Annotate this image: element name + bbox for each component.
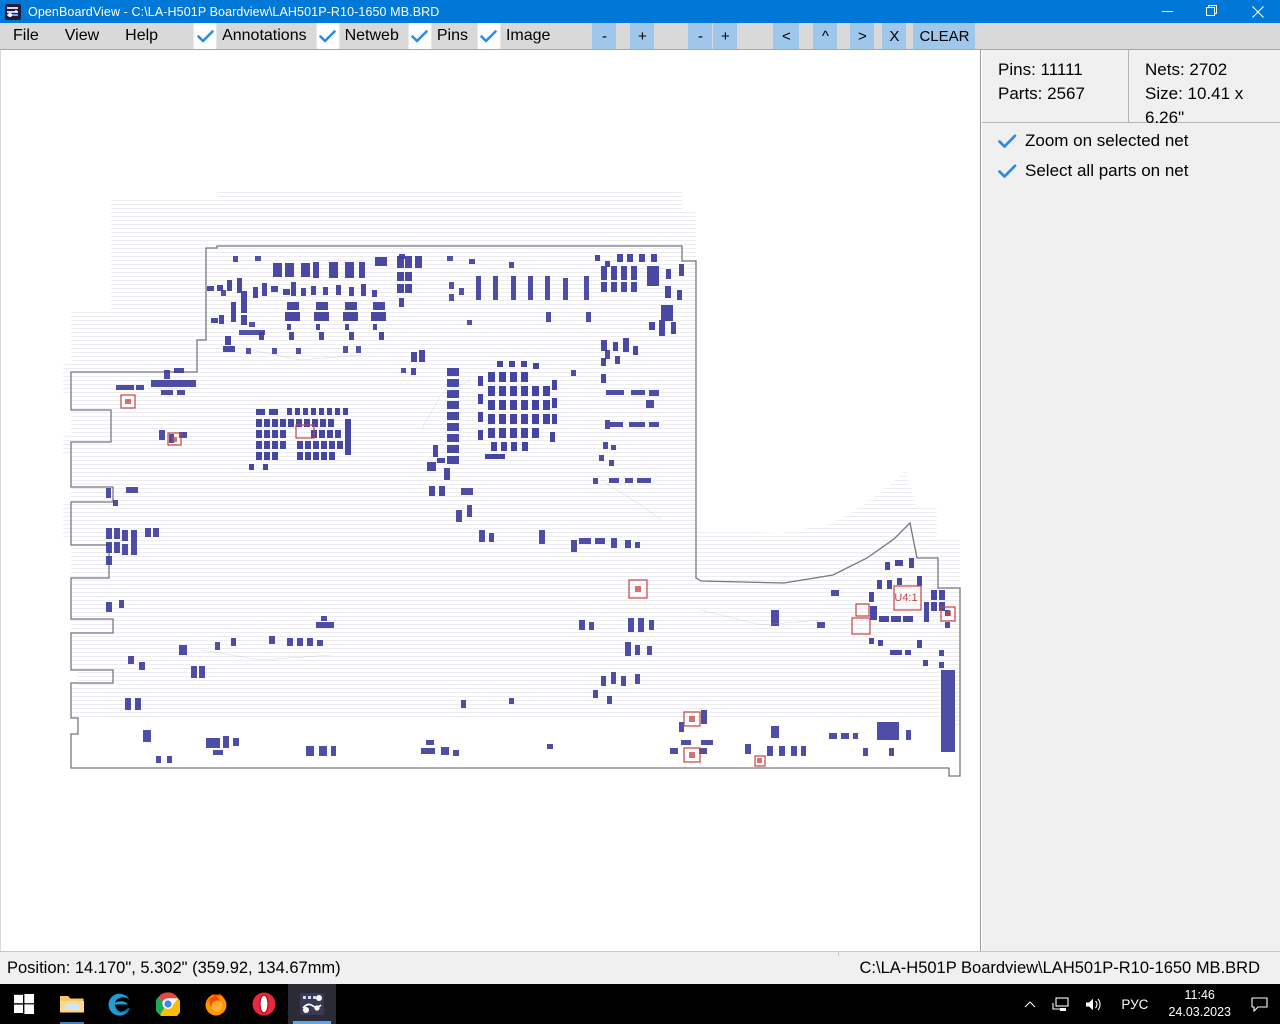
zoom-in-button[interactable]: +	[630, 23, 655, 49]
next-button[interactable]: >	[850, 23, 875, 49]
board-surface	[63, 191, 960, 728]
network-button[interactable]	[1044, 984, 1077, 1024]
status-bar: Position: 14.170", 5.302" (359.92, 134.6…	[0, 951, 1280, 984]
show-hidden-icons-button[interactable]	[1016, 984, 1044, 1024]
toggle-image-label: Image	[505, 27, 551, 44]
side-panel: Pins: 11111 Parts: 2567 Nets: 2702 Size:…	[982, 50, 1280, 951]
stats-left-column: Pins: 11111 Parts: 2567	[982, 50, 1129, 122]
close-net-button[interactable]: X	[882, 23, 907, 49]
minimize-button[interactable]	[1145, 0, 1190, 23]
option-select-all-parts-on-net-label: Select all parts on net	[1025, 161, 1189, 180]
toggle-netweb[interactable]: Netweb	[315, 23, 408, 49]
checkbox-zoom-on-selected-net[interactable]	[996, 130, 1019, 153]
stat-nets: Nets: 2702	[1145, 60, 1228, 79]
firefox-button[interactable]	[192, 984, 240, 1024]
clear-button[interactable]: CLEAR	[913, 23, 976, 49]
toolbar: File View Help Annotations Netweb Pins I…	[0, 23, 1280, 50]
up-button[interactable]: ^	[813, 23, 838, 49]
openboardview-icon	[5, 3, 21, 20]
prev-button[interactable]: <	[773, 23, 800, 49]
toggle-annotations[interactable]: Annotations	[193, 23, 316, 49]
file-explorer-button[interactable]	[48, 984, 96, 1024]
toggle-netweb-label: Netweb	[344, 27, 399, 44]
status-divider	[838, 952, 839, 956]
toggle-image[interactable]: Image	[476, 23, 560, 49]
checkbox-netweb[interactable]	[315, 23, 340, 49]
chrome-button[interactable]	[144, 984, 192, 1024]
start-button[interactable]	[0, 984, 48, 1024]
close-button[interactable]	[1235, 0, 1280, 23]
board-rendering[interactable]: U4:1	[1, 50, 981, 951]
stat-size: Size: 10.41 x 6.26"	[1145, 84, 1244, 128]
maximize-button[interactable]	[1190, 0, 1235, 23]
action-center-button[interactable]	[1241, 984, 1280, 1024]
toggle-pins-label: Pins	[436, 27, 468, 44]
stats-right-column: Nets: 2702 Size: 10.41 x 6.26"	[1129, 50, 1280, 127]
openboardview-button[interactable]	[288, 984, 336, 1024]
clock-time: 11:46	[1184, 988, 1215, 1003]
toggle-annotations-label: Annotations	[222, 27, 307, 44]
board-canvas[interactable]: U4:1	[0, 50, 981, 951]
checkbox-pins[interactable]	[407, 23, 432, 49]
decrease-button[interactable]: -	[688, 23, 713, 49]
network-icon	[1052, 996, 1069, 1011]
openboardview-icon	[300, 993, 324, 1015]
status-filepath: C:\LA-H501P Boardview\LAH501P-R10-1650 M…	[859, 958, 1260, 977]
opera-icon	[252, 992, 276, 1016]
chrome-icon	[156, 992, 180, 1016]
volume-icon	[1086, 998, 1101, 1010]
openboardview-window: OpenBoardView - C:\LA-H501P Boardview\LA…	[0, 0, 1280, 1024]
board-label-u41: U4:1	[894, 592, 917, 604]
menu-view[interactable]: View	[51, 23, 113, 49]
edge-icon	[108, 993, 130, 1016]
opera-button[interactable]	[240, 984, 288, 1024]
taskbar: РУС 11:46 24.03.2023	[0, 984, 1280, 1024]
board-stats: Pins: 11111 Parts: 2567 Nets: 2702 Size:…	[982, 50, 1280, 127]
internet-explorer-button[interactable]	[96, 984, 144, 1024]
folder-icon	[60, 996, 84, 1013]
menu-help[interactable]: Help	[112, 23, 172, 49]
system-tray: РУС 11:46 24.03.2023	[1016, 984, 1280, 1024]
option-select-all-parts-on-net[interactable]: Select all parts on net	[982, 153, 1280, 183]
window-title: OpenBoardView - C:\LA-H501P Boardview\LA…	[28, 4, 440, 19]
checkbox-select-all-parts-on-net[interactable]	[996, 160, 1019, 183]
increase-button[interactable]: +	[713, 23, 738, 49]
checkbox-image[interactable]	[476, 23, 501, 49]
window-controls	[1145, 0, 1280, 23]
checkbox-annotations[interactable]	[193, 23, 218, 49]
windows-logo-icon	[14, 994, 34, 1014]
title-bar: OpenBoardView - C:\LA-H501P Boardview\LA…	[0, 0, 1280, 23]
chevron-up-icon	[1025, 1000, 1036, 1007]
menu-file[interactable]: File	[0, 23, 52, 49]
volume-button[interactable]	[1077, 984, 1111, 1024]
stat-parts: Parts: 2567	[998, 84, 1085, 104]
language-indicator[interactable]: РУС	[1111, 984, 1158, 1024]
status-position: Position: 14.170", 5.302" (359.92, 134.6…	[7, 958, 341, 977]
clock[interactable]: 11:46 24.03.2023	[1158, 984, 1241, 1024]
zoom-out-button[interactable]: -	[592, 23, 617, 49]
firefox-icon	[205, 993, 227, 1016]
notification-icon	[1251, 996, 1268, 1012]
toggle-pins[interactable]: Pins	[407, 23, 477, 49]
clock-date: 24.03.2023	[1168, 1005, 1231, 1019]
stat-pins: Pins: 11111	[998, 60, 1083, 79]
option-zoom-on-selected-net-label: Zoom on selected net	[1025, 131, 1189, 150]
